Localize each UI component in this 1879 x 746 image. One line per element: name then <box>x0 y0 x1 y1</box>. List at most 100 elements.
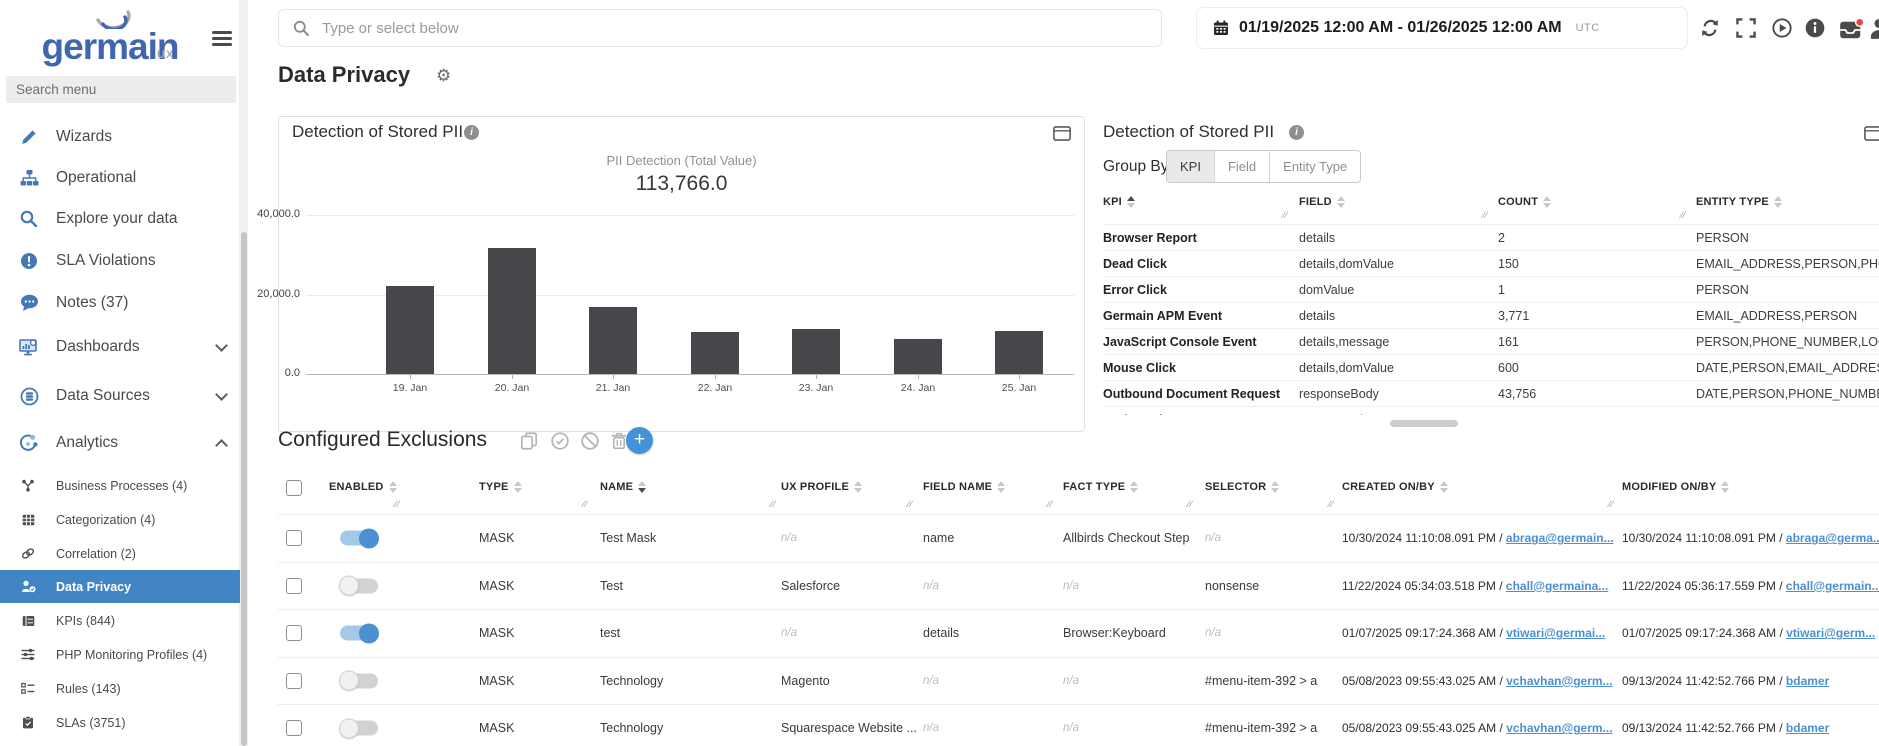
sidebar-scrollbar-thumb[interactable] <box>241 232 247 746</box>
gear-icon[interactable]: ⚙ <box>436 66 451 86</box>
user-icon[interactable] <box>1871 18 1879 40</box>
table-row[interactable]: JavaScript Console Eventdetails,message1… <box>1103 328 1879 354</box>
menu-toggle-icon[interactable] <box>212 31 232 47</box>
sidebar-item-rules[interactable]: Rules (143) <box>0 672 240 705</box>
user-link[interactable]: abraga@germa... <box>1786 531 1879 545</box>
column-header-kpi[interactable]: KPI <box>1103 196 1135 208</box>
column-resize-handle[interactable] <box>771 499 776 509</box>
user-link[interactable]: bdamer <box>1786 674 1829 688</box>
play-icon[interactable] <box>1772 18 1794 40</box>
ban-icon[interactable] <box>581 432 599 450</box>
enabled-toggle[interactable] <box>340 626 378 641</box>
column-resize-handle[interactable] <box>1681 210 1686 220</box>
sidebar-item-slas[interactable]: SLAs (3751) <box>0 706 240 739</box>
card-view-icon[interactable] <box>1053 126 1071 141</box>
sidebar-item-explore[interactable]: Explore your data <box>0 199 240 239</box>
column-header-ux-profile[interactable]: UX PROFILE <box>781 481 862 493</box>
tab-field[interactable]: Field <box>1214 151 1269 182</box>
column-header-modified[interactable]: MODIFIED ON/BY <box>1622 481 1729 493</box>
table-row[interactable]: Browser Reportdetails2PERSON <box>1103 224 1879 250</box>
column-header-selector[interactable]: SELECTOR <box>1205 481 1279 493</box>
tab-entity-type[interactable]: Entity Type <box>1269 151 1360 182</box>
user-link[interactable]: vchavhan@germ... <box>1506 674 1612 688</box>
enabled-toggle[interactable] <box>340 578 378 593</box>
sidebar-item-data-sources[interactable]: Data Sources <box>0 376 240 416</box>
table-row[interactable]: MASKTechnologyMagenton/an/a#menu-item-39… <box>278 657 1879 705</box>
table-row[interactable]: Mouse Clickdetails,domValue600DATE,PERSO… <box>1103 354 1879 380</box>
row-checkbox[interactable] <box>286 578 302 594</box>
inbox-icon[interactable] <box>1839 18 1861 40</box>
table-row[interactable]: Germain APM Eventdetails3,771EMAIL_ADDRE… <box>1103 302 1879 328</box>
user-link[interactable]: chall@germain... <box>1786 579 1879 593</box>
user-link[interactable]: bdamer <box>1786 721 1829 735</box>
check-circle-icon[interactable] <box>551 432 569 450</box>
sidebar-item-sla-violations[interactable]: SLA Violations <box>0 241 240 281</box>
sidebar-item-business-processes[interactable]: Business Processes (4) <box>0 469 240 502</box>
user-link[interactable]: vchavhan@germ... <box>1506 721 1612 735</box>
sidebar-item-php-monitoring[interactable]: PHP Monitoring Profiles (4) <box>0 638 240 671</box>
field-name-cell: n/a <box>923 675 939 687</box>
table-row[interactable]: Dead Clickdetails,domValue150EMAIL_ADDRE… <box>1103 250 1879 276</box>
column-resize-handle[interactable] <box>1609 499 1614 509</box>
sidebar-item-dashboards[interactable]: Dashboards <box>0 327 240 367</box>
column-header-field[interactable]: FIELD <box>1299 196 1345 208</box>
tab-kpi[interactable]: KPI <box>1167 151 1214 182</box>
horizontal-scrollbar-thumb[interactable] <box>1390 420 1458 427</box>
row-checkbox[interactable] <box>286 530 302 546</box>
sidebar-item-kpis[interactable]: KPIs (844) <box>0 604 240 637</box>
column-resize-handle[interactable] <box>1188 499 1193 509</box>
column-header-enabled[interactable]: ENABLED <box>329 481 397 493</box>
table-row[interactable]: Error ClickdomValue1PERSON <box>1103 276 1879 302</box>
sidebar-item-correlation[interactable]: Correlation (2) <box>0 537 240 570</box>
sidebar-item-operational[interactable]: Operational <box>0 158 240 198</box>
info-icon[interactable] <box>1289 125 1304 140</box>
column-resize-handle[interactable] <box>1483 210 1488 220</box>
table-row[interactable]: Outbound Document RequestresponseBody43,… <box>1103 380 1879 406</box>
sidebar-item-data-privacy[interactable]: Data Privacy <box>0 570 240 603</box>
column-header-type[interactable]: TYPE <box>479 481 522 493</box>
column-resize-handle[interactable] <box>1048 499 1053 509</box>
column-header-count[interactable]: COUNT <box>1498 196 1551 208</box>
column-header-fact-type[interactable]: FACT TYPE <box>1063 481 1138 493</box>
column-resize-handle[interactable] <box>908 499 913 509</box>
column-header-entity-type[interactable]: ENTITY TYPE <box>1696 196 1782 208</box>
user-link[interactable]: vtiwari@germai... <box>1506 626 1605 640</box>
column-header-created[interactable]: CREATED ON/BY <box>1342 481 1448 493</box>
table-row[interactable]: Outbound HTTP RequestrequestBody44,927PE… <box>1103 406 1879 415</box>
sidebar-item-analytics[interactable]: Analytics <box>0 423 240 463</box>
table-row[interactable]: MASKtestn/adetailsBrowser:Keyboardn/a01/… <box>278 609 1879 657</box>
fullscreen-icon[interactable] <box>1736 18 1758 40</box>
column-header-name[interactable]: NAME <box>600 481 646 493</box>
info-icon[interactable] <box>1805 18 1827 40</box>
sidebar-item-wizards[interactable]: Wizards <box>0 117 240 157</box>
column-resize-handle[interactable] <box>395 499 400 509</box>
column-resize-handle[interactable] <box>1283 210 1288 220</box>
enabled-toggle[interactable] <box>340 531 378 546</box>
user-link[interactable]: chall@germaina... <box>1506 579 1608 593</box>
enabled-toggle[interactable] <box>340 721 378 736</box>
card-view-icon[interactable] <box>1864 126 1879 141</box>
table-row[interactable]: MASKTestSalesforcen/an/anonsense11/22/20… <box>278 562 1879 610</box>
add-exclusion-button[interactable] <box>626 427 653 454</box>
sidebar-item-notes[interactable]: Notes (37) <box>0 283 240 323</box>
select-all-checkbox[interactable] <box>286 480 302 496</box>
enabled-toggle[interactable] <box>340 673 378 688</box>
column-resize-handle[interactable] <box>1329 499 1334 509</box>
sidebar-item-categorization[interactable]: Categorization (4) <box>0 503 240 536</box>
copy-icon[interactable] <box>520 432 538 450</box>
global-search-input[interactable]: Type or select below <box>278 9 1162 47</box>
date-range-picker[interactable]: 01/19/2025 12:00 AM - 01/26/2025 12:00 A… <box>1196 7 1688 49</box>
row-checkbox[interactable] <box>286 625 302 641</box>
table-row[interactable]: MASKTest Maskn/anameAllbirds Checkout St… <box>278 514 1879 562</box>
refresh-icon[interactable] <box>1700 18 1722 40</box>
field-name-cell: details <box>923 626 959 640</box>
user-link[interactable]: vtiwari@germ... <box>1786 626 1875 640</box>
row-checkbox[interactable] <box>286 720 302 736</box>
table-row[interactable]: MASKTechnologySquarespace Website ...n/a… <box>278 704 1879 746</box>
user-link[interactable]: abraga@germain... <box>1506 531 1614 545</box>
sidebar-search-input[interactable]: Search menu <box>6 76 236 103</box>
info-icon[interactable] <box>464 125 479 140</box>
column-resize-handle[interactable] <box>583 499 588 509</box>
row-checkbox[interactable] <box>286 673 302 689</box>
column-header-field-name[interactable]: FIELD NAME <box>923 481 1005 493</box>
